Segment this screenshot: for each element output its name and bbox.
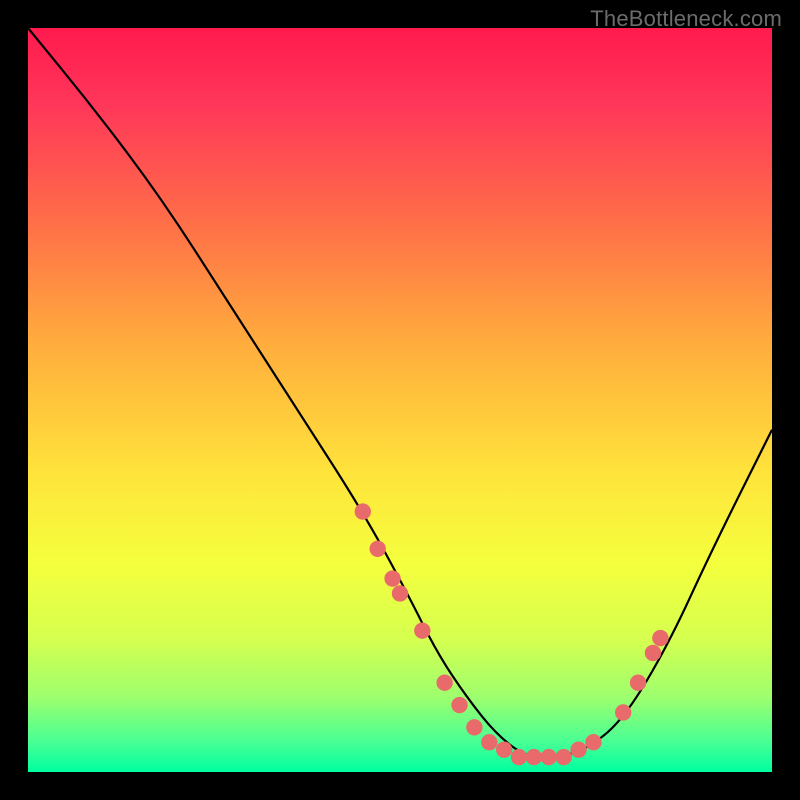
- chart-frame: TheBottleneck.com: [0, 0, 800, 800]
- marker-point: [414, 622, 430, 638]
- marker-point: [555, 749, 571, 765]
- marker-point: [451, 697, 467, 713]
- marker-point: [652, 630, 668, 646]
- marker-point: [511, 749, 527, 765]
- marker-point: [541, 749, 557, 765]
- chart-svg: [28, 28, 772, 772]
- marker-point: [369, 541, 385, 557]
- marker-point: [466, 719, 482, 735]
- marker-point: [436, 675, 452, 691]
- highlighted-points: [355, 503, 669, 765]
- marker-point: [585, 734, 601, 750]
- marker-point: [481, 734, 497, 750]
- marker-point: [384, 570, 400, 586]
- plot-area: [28, 28, 772, 772]
- marker-point: [615, 704, 631, 720]
- bottleneck-curve: [28, 28, 772, 757]
- marker-point: [630, 675, 646, 691]
- marker-point: [526, 749, 542, 765]
- marker-point: [645, 645, 661, 661]
- marker-point: [496, 741, 512, 757]
- marker-point: [392, 585, 408, 601]
- marker-point: [570, 741, 586, 757]
- marker-point: [355, 503, 371, 519]
